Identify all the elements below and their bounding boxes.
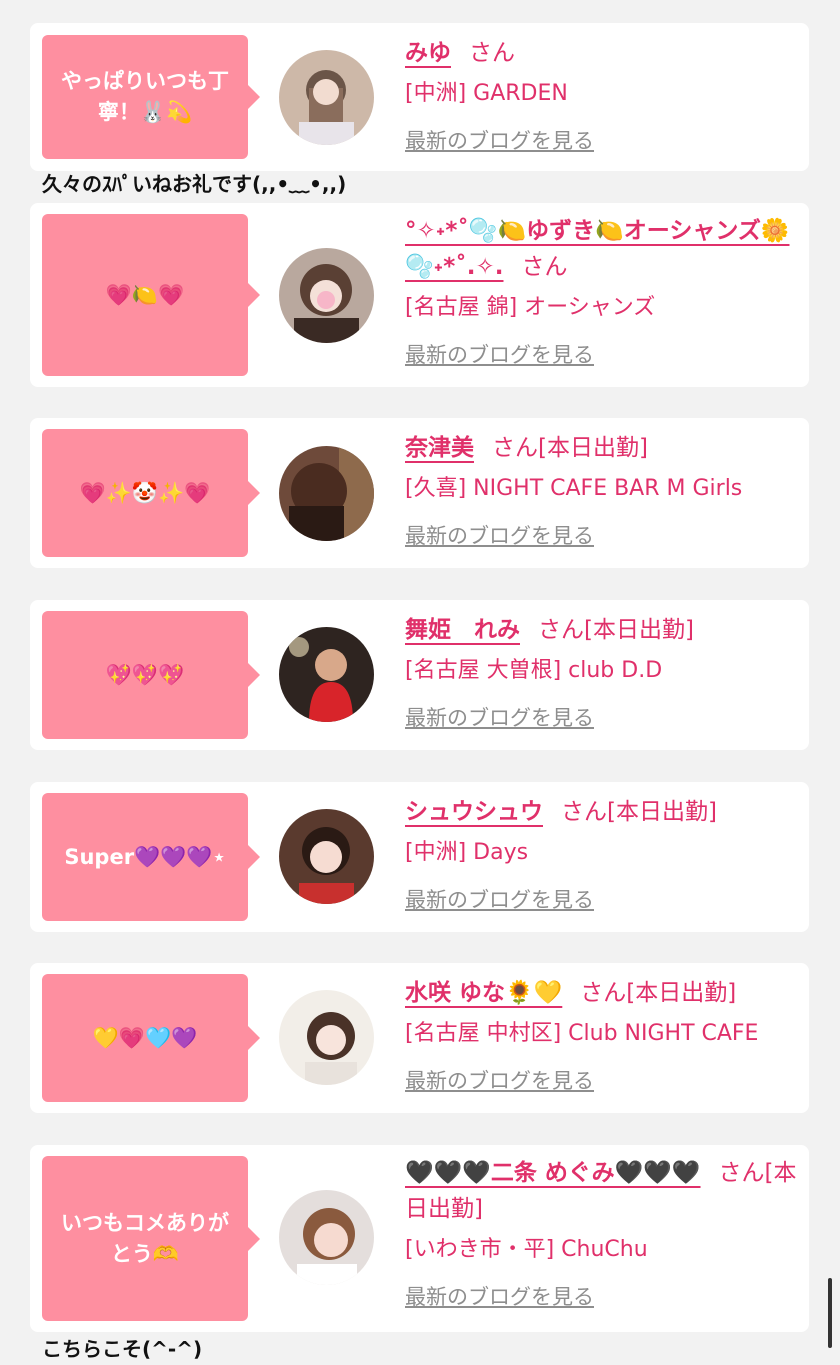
cast-info: 奈津美 さん[本日出勤] [久喜] NIGHT CAFE BAR M Girls …	[405, 430, 805, 550]
shop-label: [いわき市・平] ChuChu	[405, 1237, 648, 1262]
honorific: さん	[538, 617, 584, 643]
honorific: さん	[492, 435, 538, 461]
honorific: さん	[521, 254, 568, 280]
avatar[interactable]	[279, 248, 374, 343]
avatar[interactable]	[279, 990, 374, 1085]
message-bubble: 💛💗🩵💜	[42, 974, 260, 1102]
cast-name-link[interactable]: みゆ	[405, 40, 451, 66]
shop-label: [名古屋 錦] オーシャンズ	[405, 295, 656, 320]
status-badge: [本日出勤]	[607, 799, 717, 825]
shop-label: [中洲] GARDEN	[405, 81, 568, 106]
cast-info: 🖤🖤🖤二条 めぐみ🖤🖤🖤 さん[本日出勤] [いわき市・平] ChuChu 最新の…	[405, 1155, 805, 1311]
avatar[interactable]	[279, 809, 374, 904]
cast-name-link[interactable]: シュウシュウ	[405, 799, 543, 825]
message-card: やっぱりいつも丁寧！🐰💫 みゆ さん [中洲] GARDEN 最新のブログを見る	[30, 23, 809, 171]
message-text: 💗✨🤡✨💗	[79, 480, 211, 505]
avatar[interactable]	[279, 627, 374, 722]
message-bubble: Super💜💜💜⋆	[42, 793, 260, 921]
cast-info: シュウシュウ さん[本日出勤] [中洲] Days 最新のブログを見る	[405, 794, 805, 914]
status-badge: [本日出勤]	[584, 617, 694, 643]
cast-name-link[interactable]: 🖤🖤🖤二条 めぐみ🖤🖤🖤	[405, 1160, 701, 1186]
message-bubble: 💗✨🤡✨💗	[42, 429, 260, 557]
latest-blog-link[interactable]: 最新のブログを見る	[405, 886, 594, 914]
message-text: 💗🍋💗	[105, 282, 185, 307]
message-card: Super💜💜💜⋆ シュウシュウ さん[本日出勤] [中洲] Days 最新のブロ…	[30, 782, 809, 932]
cast-name-link[interactable]: 舞姫 れみ	[405, 617, 520, 643]
cast-name-link[interactable]: 水咲 ゆな🌻💛	[405, 980, 562, 1006]
message-card: 💛💗🩵💜 水咲 ゆな🌻💛 さん[本日出勤] [名古屋 中村区] Club NIGH…	[30, 963, 809, 1113]
message-text: 💛💗🩵💜	[92, 1025, 198, 1050]
cast-name-link[interactable]: °✧˖*˚🫧🍋ゆずき🍋オーシャンズ🌼🫧˖*˚.✧.	[405, 218, 790, 280]
message-bubble: いつもコメありがとう🫶	[42, 1156, 260, 1321]
cast-info: 水咲 ゆな🌻💛 さん[本日出勤] [名古屋 中村区] Club NIGHT CAF…	[405, 975, 805, 1095]
latest-blog-link[interactable]: 最新のブログを見る	[405, 522, 594, 550]
latest-blog-link[interactable]: 最新のブログを見る	[405, 1283, 594, 1311]
status-badge: [本日出勤]	[538, 435, 648, 461]
shop-label: [名古屋 中村区] Club NIGHT CAFE	[405, 1021, 759, 1046]
status-badge: [本日出勤]	[626, 980, 737, 1006]
message-card: 💗✨🤡✨💗 奈津美 さん[本日出勤] [久喜] NIGHT CAFE BAR M …	[30, 418, 809, 568]
honorific: さん	[580, 980, 627, 1006]
message-card: いつもコメありがとう🫶 🖤🖤🖤二条 めぐみ🖤🖤🖤 さん[本日出勤] [いわき市・平…	[30, 1145, 809, 1332]
latest-blog-link[interactable]: 最新のブログを見る	[405, 341, 594, 369]
message-text: やっぱりいつも丁寧！🐰💫	[61, 69, 229, 124]
honorific: さん	[469, 40, 515, 66]
scrollbar-thumb[interactable]	[828, 1278, 832, 1348]
reply-text: こちらこそ(^-^)	[42, 1337, 203, 1361]
message-bubble: 💖💖💖	[42, 611, 260, 739]
message-text: いつもコメありがとう🫶	[61, 1210, 229, 1266]
message-bubble: 💗🍋💗	[42, 214, 260, 376]
shop-label: [中洲] Days	[405, 840, 529, 865]
avatar[interactable]	[279, 50, 374, 145]
honorific: さん	[561, 799, 607, 825]
shop-label: [久喜] NIGHT CAFE BAR M Girls	[405, 476, 743, 501]
message-text: 💖💖💖	[105, 662, 185, 687]
latest-blog-link[interactable]: 最新のブログを見る	[405, 704, 594, 732]
message-card: 💗🍋💗 °✧˖*˚🫧🍋ゆずき🍋オーシャンズ🌼🫧˖*˚.✧. さん [名古屋 錦] …	[30, 203, 809, 387]
honorific: さん	[718, 1160, 765, 1186]
cast-info: °✧˖*˚🫧🍋ゆずき🍋オーシャンズ🌼🫧˖*˚.✧. さん [名古屋 錦] オーシャ…	[405, 213, 805, 369]
cast-info: 舞姫 れみ さん[本日出勤] [名古屋 大曽根] club D.D 最新のブログを…	[405, 612, 805, 732]
latest-blog-link[interactable]: 最新のブログを見る	[405, 1067, 594, 1095]
avatar[interactable]	[279, 1190, 374, 1285]
reply-text: 久々のｽﾊﾟいねお礼です(,,•﹏•,,)	[42, 172, 347, 196]
latest-blog-link[interactable]: 最新のブログを見る	[405, 127, 594, 155]
message-bubble: やっぱりいつも丁寧！🐰💫	[42, 35, 260, 159]
message-text: Super💜💜💜⋆	[64, 844, 226, 869]
avatar[interactable]	[279, 446, 374, 541]
cast-info: みゆ さん [中洲] GARDEN 最新のブログを見る	[405, 35, 805, 155]
shop-label: [名古屋 大曽根] club D.D	[405, 658, 663, 683]
message-card: 💖💖💖 舞姫 れみ さん[本日出勤] [名古屋 大曽根] club D.D 最新の…	[30, 600, 809, 750]
cast-name-link[interactable]: 奈津美	[405, 435, 474, 461]
